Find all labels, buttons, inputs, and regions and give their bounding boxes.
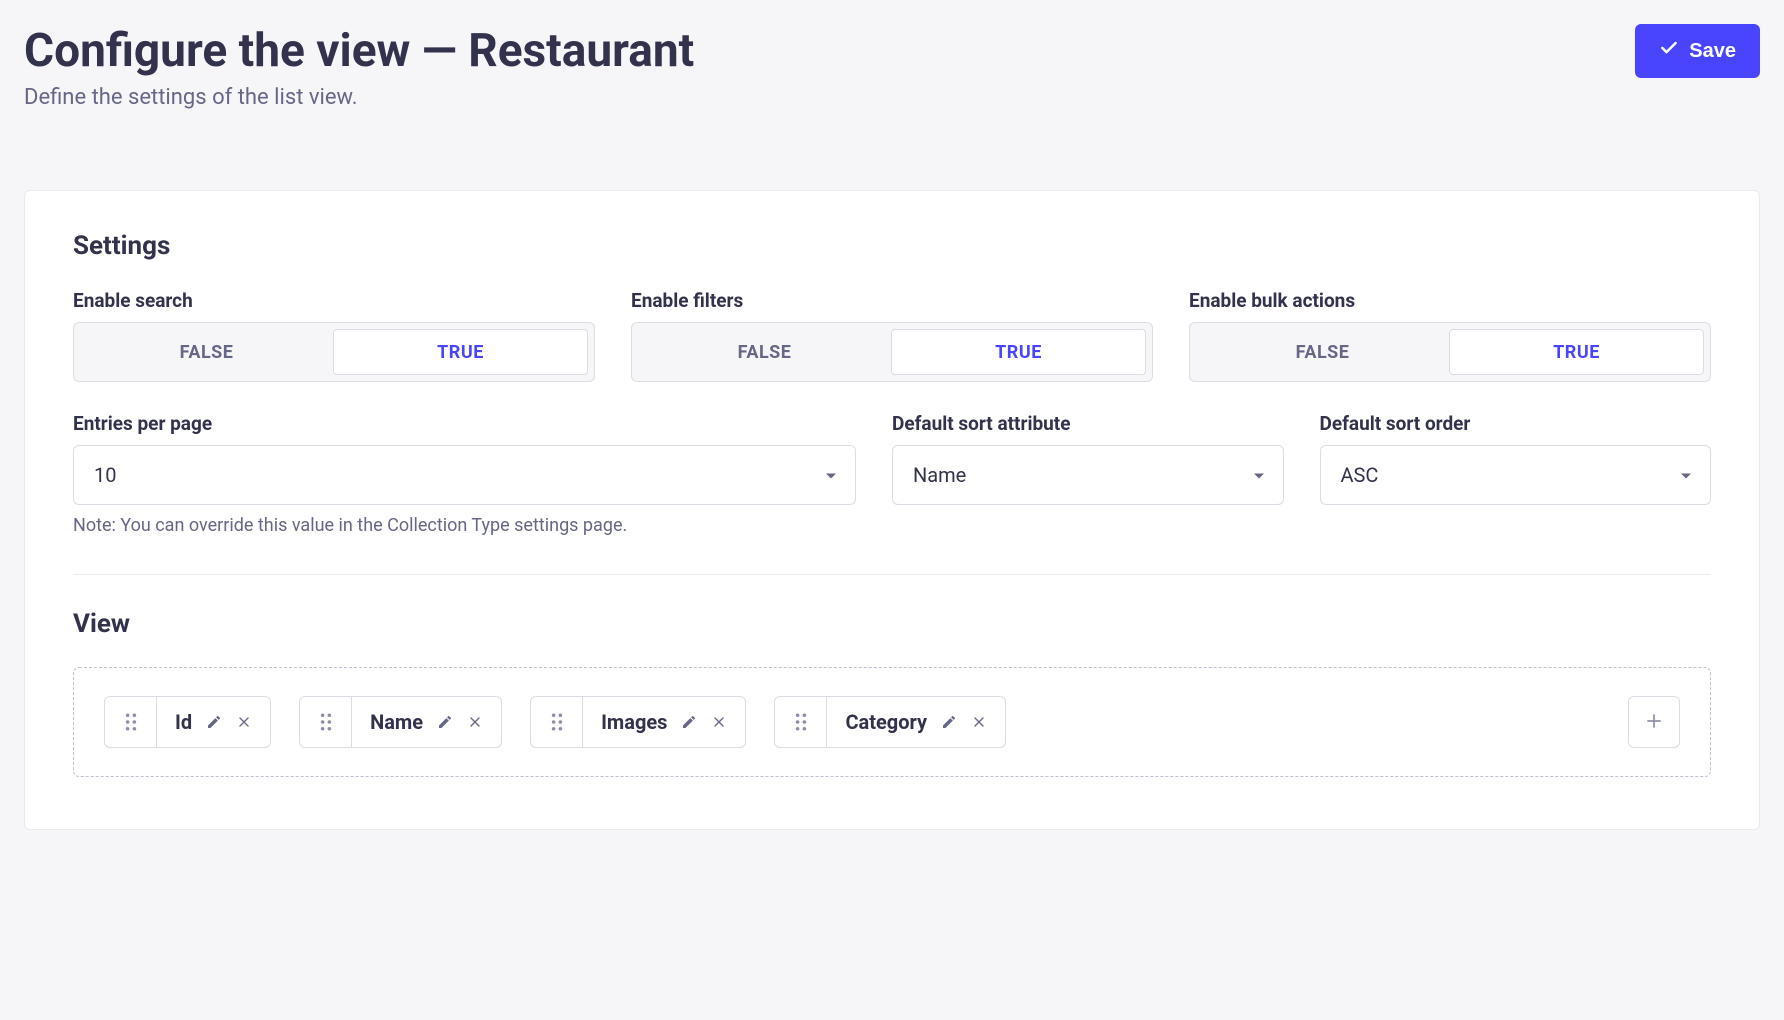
default-sort-attribute-select[interactable]: Name	[892, 445, 1284, 505]
drag-handle-icon[interactable]	[531, 697, 583, 747]
page-title: Configure the view — Restaurant	[24, 24, 694, 79]
enable-bulk-actions-true[interactable]: TRUE	[1449, 329, 1704, 375]
enable-bulk-actions-field: Enable bulk actions FALSE TRUE	[1189, 289, 1711, 382]
default-sort-attribute-field: Default sort attribute Name	[892, 412, 1284, 536]
pencil-icon[interactable]	[681, 714, 697, 730]
entries-per-page-value: 10	[94, 463, 116, 487]
caret-down-icon	[1680, 466, 1692, 485]
pencil-icon[interactable]	[437, 714, 453, 730]
enable-bulk-actions-false[interactable]: FALSE	[1196, 329, 1449, 375]
enable-search-label: Enable search	[73, 289, 595, 312]
plus-icon	[1644, 711, 1664, 734]
view-chip-label: Images	[601, 710, 667, 734]
default-sort-attribute-label: Default sort attribute	[892, 412, 1284, 435]
save-button[interactable]: Save	[1635, 24, 1760, 78]
enable-filters-label: Enable filters	[631, 289, 1153, 312]
view-chip-label: Category	[845, 710, 927, 734]
default-sort-order-label: Default sort order	[1320, 412, 1712, 435]
enable-filters-false[interactable]: FALSE	[638, 329, 891, 375]
settings-section-title: Settings	[73, 231, 1711, 261]
enable-search-false[interactable]: FALSE	[80, 329, 333, 375]
caret-down-icon	[825, 466, 837, 485]
view-section-title: View	[73, 609, 1711, 639]
enable-filters-true[interactable]: TRUE	[891, 329, 1146, 375]
view-chip-label: Name	[370, 710, 423, 734]
pencil-icon[interactable]	[206, 714, 222, 730]
page-subtitle: Define the settings of the list view.	[24, 85, 694, 110]
view-chip[interactable]: Name	[299, 696, 502, 748]
close-icon[interactable]	[467, 714, 483, 730]
add-field-button[interactable]	[1628, 696, 1680, 748]
enable-search-field: Enable search FALSE TRUE	[73, 289, 595, 382]
enable-filters-field: Enable filters FALSE TRUE	[631, 289, 1153, 382]
view-chip[interactable]: Id	[104, 696, 271, 748]
enable-search-toggle[interactable]: FALSE TRUE	[73, 322, 595, 382]
enable-search-true[interactable]: TRUE	[333, 329, 588, 375]
enable-filters-toggle[interactable]: FALSE TRUE	[631, 322, 1153, 382]
settings-card: Settings Enable search FALSE TRUE Enable…	[24, 190, 1760, 830]
view-drop-area: Id Name Images Category	[73, 667, 1711, 777]
close-icon[interactable]	[711, 714, 727, 730]
save-button-label: Save	[1689, 40, 1736, 63]
close-icon[interactable]	[971, 714, 987, 730]
close-icon[interactable]	[236, 714, 252, 730]
caret-down-icon	[1253, 466, 1265, 485]
entries-per-page-select[interactable]: 10	[73, 445, 856, 505]
view-chip-label: Id	[175, 710, 192, 734]
default-sort-attribute-value: Name	[913, 463, 966, 487]
drag-handle-icon[interactable]	[105, 697, 157, 747]
section-divider	[73, 574, 1711, 575]
entries-per-page-field: Entries per page 10 Note: You can overri…	[73, 412, 856, 536]
drag-handle-icon[interactable]	[775, 697, 827, 747]
pencil-icon[interactable]	[941, 714, 957, 730]
default-sort-order-select[interactable]: ASC	[1320, 445, 1712, 505]
drag-handle-icon[interactable]	[300, 697, 352, 747]
default-sort-order-field: Default sort order ASC	[1320, 412, 1712, 536]
view-chip[interactable]: Category	[774, 696, 1006, 748]
entries-per-page-label: Entries per page	[73, 412, 856, 435]
enable-bulk-actions-toggle[interactable]: FALSE TRUE	[1189, 322, 1711, 382]
enable-bulk-actions-label: Enable bulk actions	[1189, 289, 1711, 312]
view-chips-row: Id Name Images Category	[104, 696, 1600, 748]
check-icon	[1659, 38, 1679, 64]
default-sort-order-value: ASC	[1341, 463, 1379, 487]
view-chip[interactable]: Images	[530, 696, 746, 748]
entries-per-page-note: Note: You can override this value in the…	[73, 515, 856, 536]
